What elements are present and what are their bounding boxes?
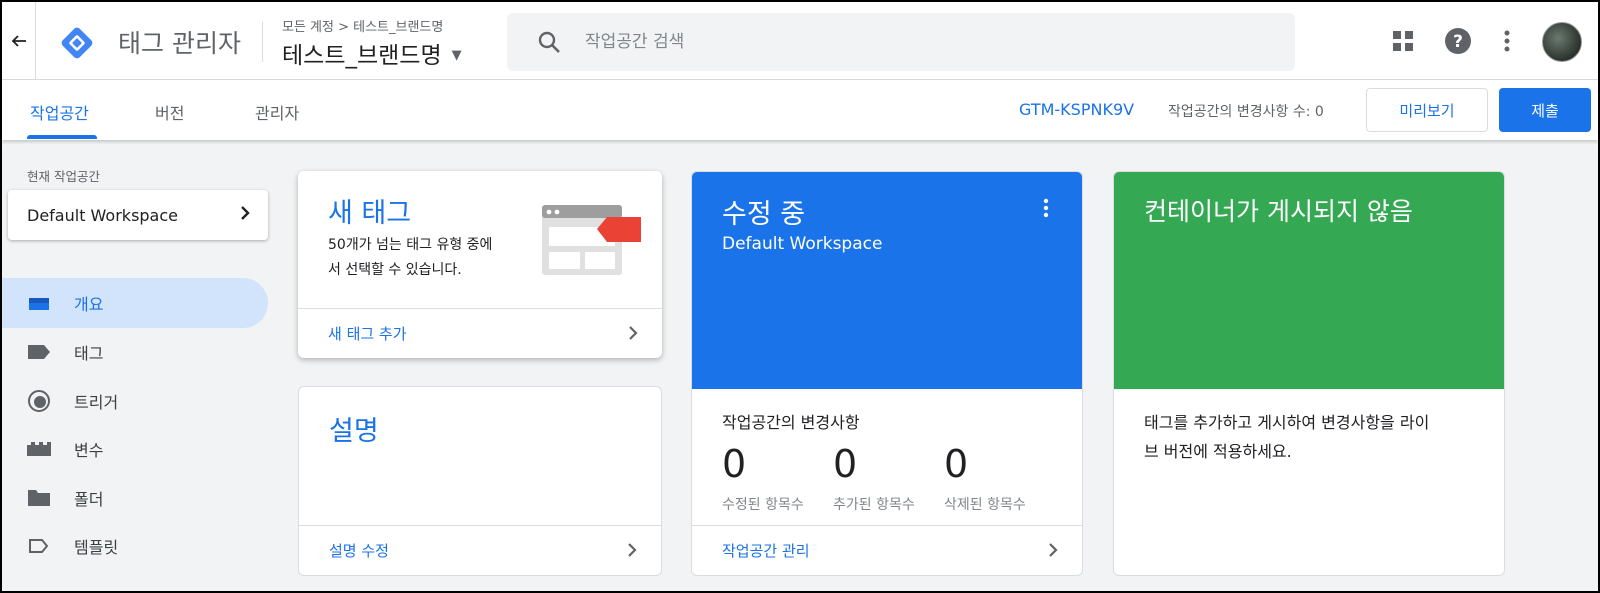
new-tag-title: 새 태그: [328, 198, 412, 229]
sidebar-item-label: 폴더: [74, 490, 104, 509]
not-published-header: 컨테이너가 게시되지 않음: [1114, 172, 1504, 389]
apps-grid-icon[interactable]: [1388, 26, 1418, 56]
not-published-title: 컨테이너가 게시되지 않음: [1144, 197, 1413, 226]
help-icon[interactable]: ?: [1443, 26, 1473, 56]
sidebar-item-label: 개요: [74, 295, 104, 314]
more-vert-icon[interactable]: [1492, 26, 1522, 56]
search-icon: [537, 30, 571, 54]
workspace-name: Default Workspace: [27, 205, 178, 225]
top-bar: 태그 관리자 모든 계정 > 테스트_브랜드명 테스트_브랜드명 ▼ ?: [2, 2, 1598, 80]
current-workspace-label: 현재 작업공간: [27, 169, 100, 184]
trigger-icon: [26, 389, 52, 413]
submit-button[interactable]: 제출: [1499, 88, 1591, 132]
sidebar-item-triggers[interactable]: 트리거: [2, 376, 268, 426]
tab-versions[interactable]: 버전: [155, 100, 184, 124]
editing-workspace-name: Default Workspace: [722, 234, 883, 254]
svg-text:?: ?: [1453, 32, 1463, 52]
search-input[interactable]: [585, 32, 1185, 52]
account-name: 테스트_브랜드명: [282, 43, 442, 69]
added-count: 0: [833, 442, 858, 486]
caret-down-icon: ▼: [451, 47, 462, 63]
editing-card: 수정 중 Default Workspace 작업공간의 변경사항 0 0 0 …: [691, 171, 1083, 576]
sub-nav: 작업공간 버전 관리자 GTM-KSPNK9V 작업공간의 변경사항 수: 0 …: [2, 80, 1598, 140]
sidebar-item-label: 트리거: [74, 393, 119, 412]
deleted-count: 0: [944, 442, 969, 486]
sidebar-item-templates[interactable]: 템플릿: [2, 521, 268, 571]
breadcrumb[interactable]: 모든 계정 > 테스트_브랜드명: [282, 16, 443, 35]
sidebar-item-variables[interactable]: 변수: [2, 424, 268, 474]
sidebar-item-folders[interactable]: 폴더: [2, 473, 268, 523]
search-bar[interactable]: [507, 13, 1295, 71]
sidebar-item-overview[interactable]: 개요: [2, 278, 268, 328]
title-divider: [262, 22, 263, 62]
account-selector[interactable]: 테스트_브랜드명 ▼: [282, 36, 462, 70]
variable-icon: [26, 441, 52, 457]
container-id-link[interactable]: GTM-KSPNK9V: [1019, 100, 1134, 119]
added-label: 추가된 항목수: [833, 497, 915, 513]
workspace-selector[interactable]: Default Workspace: [8, 190, 268, 240]
sidebar-item-label: 변수: [74, 441, 104, 460]
chevron-right-icon: [1048, 539, 1058, 563]
back-arrow-icon[interactable]: [2, 2, 36, 80]
preview-button[interactable]: 미리보기: [1366, 88, 1488, 132]
folder-icon: [26, 489, 52, 507]
template-icon: [26, 538, 52, 554]
overview-icon: [26, 294, 52, 312]
chevron-right-icon: [628, 322, 638, 346]
sidebar-item-label: 템플릿: [74, 538, 119, 557]
editing-card-header: 수정 중 Default Workspace: [692, 172, 1082, 389]
add-new-tag-link[interactable]: 새 태그 추가: [298, 308, 662, 358]
app-frame: 태그 관리자 모든 계정 > 테스트_브랜드명 테스트_브랜드명 ▼ ? 작업공…: [0, 0, 1600, 593]
active-tab-indicator: [27, 135, 97, 139]
editing-title: 수정 중: [722, 199, 806, 230]
tab-admin[interactable]: 관리자: [255, 100, 299, 124]
tag-icon: [26, 344, 52, 360]
tag-illustration-icon: [542, 203, 642, 281]
gtm-logo-icon: [58, 24, 96, 62]
chevron-right-icon: [627, 539, 637, 563]
manage-workspace-link[interactable]: 작업공간 관리: [692, 525, 1082, 575]
modified-label: 수정된 항목수: [722, 497, 804, 513]
sidebar-item-tags[interactable]: 태그: [2, 327, 268, 377]
modified-count: 0: [722, 442, 747, 486]
tab-workspace[interactable]: 작업공간: [30, 100, 89, 124]
app-title: 태그 관리자: [118, 29, 241, 58]
workspace-changes-count: 작업공간의 변경사항 수: 0: [1168, 104, 1324, 120]
description-card: 설명 설명 수정: [298, 386, 662, 576]
deleted-label: 삭제된 항목수: [944, 497, 1026, 513]
sidebar-item-label: 태그: [74, 344, 104, 363]
container-not-published-card: 컨테이너가 게시되지 않음 태그를 추가하고 게시하여 변경사항을 라이 브 버…: [1113, 171, 1505, 576]
not-published-description: 태그를 추가하고 게시하여 변경사항을 라이 브 버전에 적용하세요.: [1144, 413, 1430, 461]
more-vert-icon[interactable]: [1043, 198, 1049, 222]
description-title: 설명: [329, 416, 379, 447]
chevron-right-icon: [240, 205, 250, 225]
edit-description-link[interactable]: 설명 수정: [299, 525, 661, 575]
new-tag-description: 50개가 넘는 태그 유형 중에 서 선택할 수 있습니다.: [328, 237, 493, 278]
new-tag-card[interactable]: 새 태그 50개가 넘는 태그 유형 중에 서 선택할 수 있습니다. 새 태그…: [298, 171, 662, 358]
user-avatar[interactable]: [1542, 22, 1582, 62]
workspace-changes-title: 작업공간의 변경사항: [722, 413, 860, 432]
